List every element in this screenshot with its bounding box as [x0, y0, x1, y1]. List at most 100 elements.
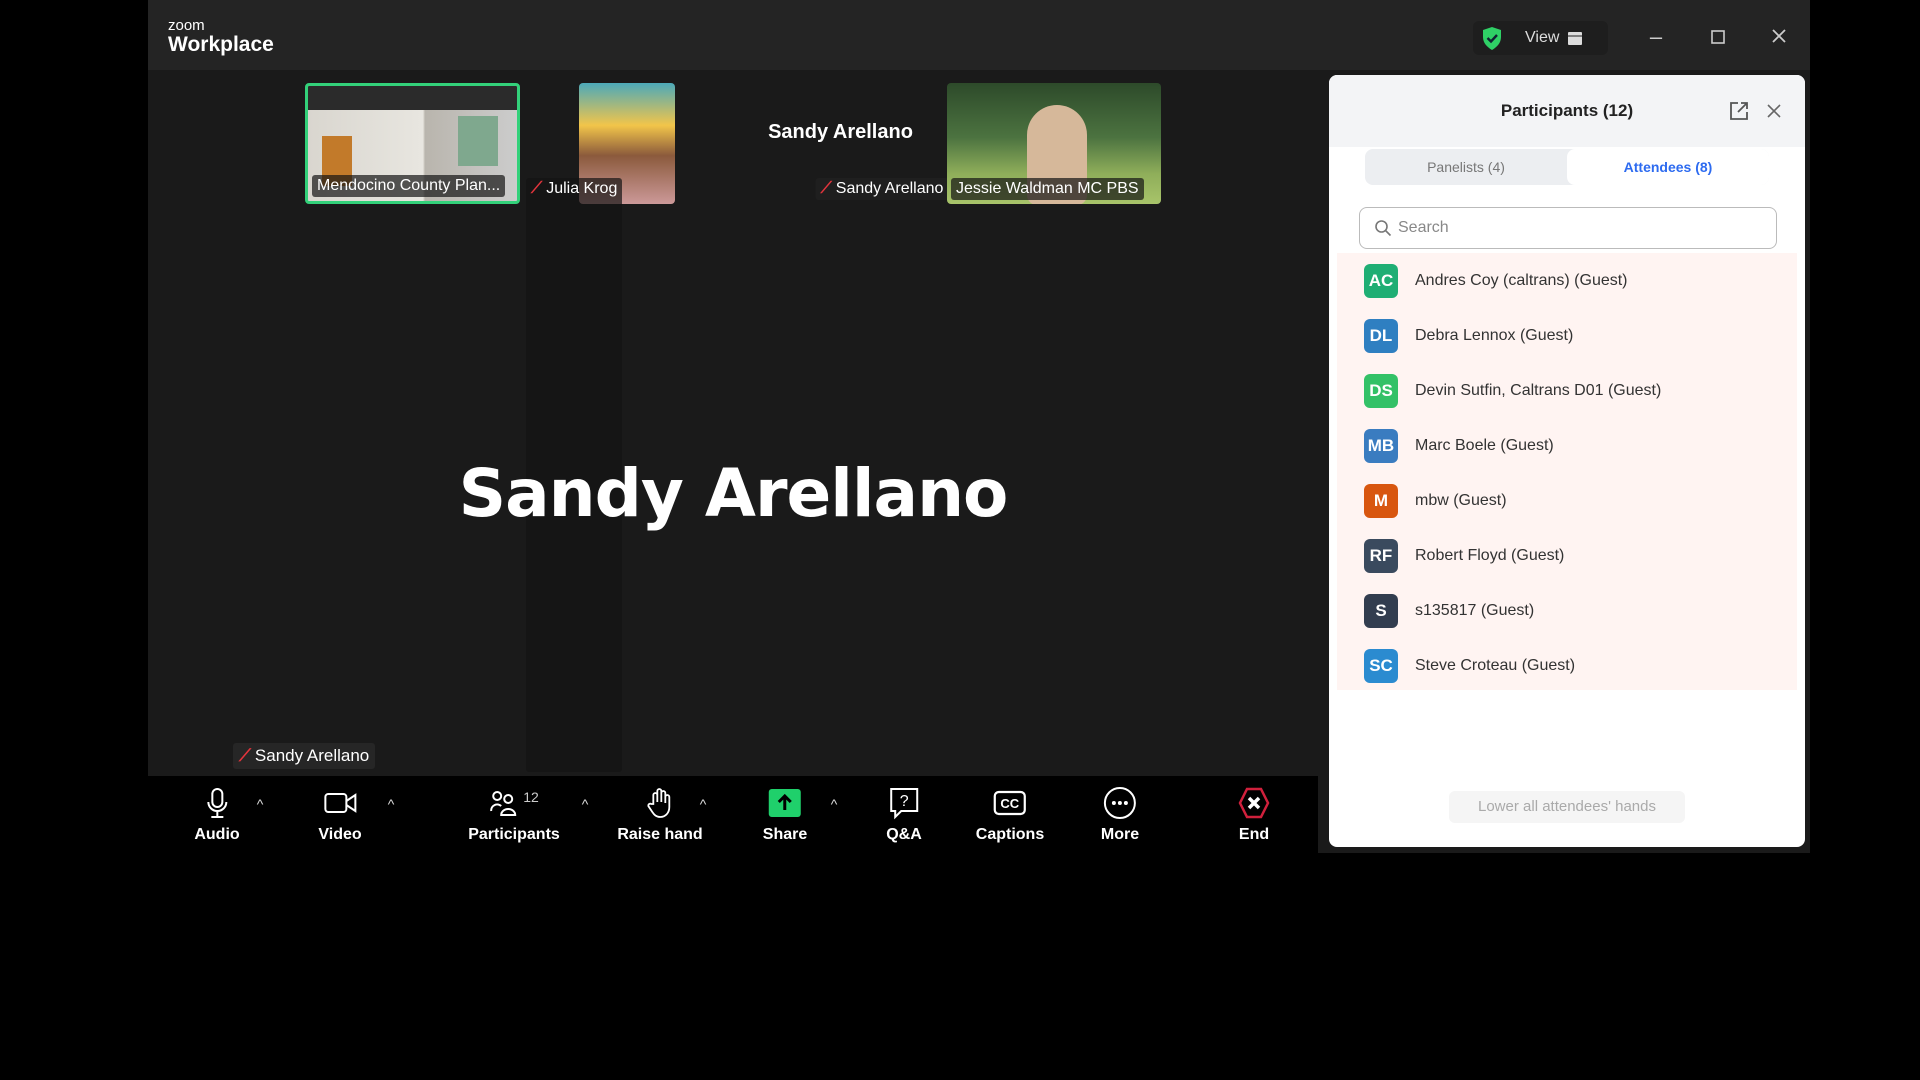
tab-attendees[interactable]: Attendees (8) — [1567, 149, 1769, 185]
tile-label: Sandy Arellano — [835, 180, 944, 197]
video-label: Video — [318, 826, 362, 843]
attendee-row[interactable]: MB Marc Boele (Guest) — [1337, 418, 1797, 473]
grid-view-icon — [1568, 31, 1583, 45]
avatar: RF — [1364, 538, 1398, 573]
raise-hand-label: Raise hand — [617, 826, 703, 843]
share-screen-icon — [769, 789, 801, 817]
logo-main: Workplace — [168, 33, 274, 56]
video-button[interactable]: Video — [318, 786, 362, 844]
raise-hand-options-caret[interactable]: ^ — [700, 796, 707, 812]
end-meeting-icon — [1238, 787, 1270, 819]
meeting-toolbar: Audio ^ Video ^ 12 Participants ^ Raise … — [148, 776, 1318, 853]
tile-label: Julia Krog — [546, 180, 618, 197]
attendee-row[interactable]: DS Devin Sutfin, Caltrans D01 (Guest) — [1337, 363, 1797, 418]
video-camera-icon — [324, 793, 356, 813]
participants-label: Participants — [468, 826, 560, 843]
video-stage: Mendocino County Plan... ⟋ Julia Krog San… — [148, 70, 1318, 776]
captions-label: Captions — [975, 826, 1045, 843]
captions-button[interactable]: CC Captions — [976, 786, 1044, 844]
attendee-row[interactable]: AC Andres Coy (caltrans) (Guest) — [1337, 253, 1797, 308]
attendee-row[interactable]: RF Robert Floyd (Guest) — [1337, 528, 1797, 583]
attendee-row[interactable]: Ss135817 (Guest) — [1337, 583, 1797, 638]
tile-label-sandy: ⟋ Sandy Arellano — [815, 178, 949, 200]
avatar: S — [1364, 593, 1398, 628]
audio-label: Audio — [194, 826, 240, 843]
tile-name: Sandy Arellano — [768, 121, 913, 143]
active-speaker-label: ⟋ Sandy Arellano — [233, 743, 376, 769]
close-icon — [1772, 29, 1786, 43]
attendee-row[interactable]: Mmbw (Guest) — [1337, 473, 1797, 528]
raise-hand-button[interactable]: Raise hand — [617, 786, 703, 844]
avatar: M — [1364, 483, 1398, 518]
share-options-caret[interactable]: ^ — [831, 796, 838, 812]
tile-label: Mendocino County Plan... — [312, 175, 506, 197]
participant-tabs: Panelists (4) Attendees (8) — [1365, 149, 1769, 185]
pop-out-icon[interactable] — [1729, 101, 1749, 121]
maximize-button[interactable] — [1703, 22, 1733, 52]
closed-captions-icon: CC — [993, 790, 1027, 816]
video-tile-mendocino[interactable]: Mendocino County Plan... — [305, 83, 520, 204]
video-options-caret[interactable]: ^ — [388, 796, 395, 812]
qa-icon: ? — [890, 788, 918, 820]
logo-small: zoom — [168, 17, 205, 34]
search-placeholder: Search — [1398, 219, 1449, 236]
minimize-button[interactable]: – — [1641, 22, 1671, 52]
audio-button[interactable]: Audio — [194, 786, 240, 844]
participants-button[interactable]: 12 Participants — [468, 786, 560, 844]
search-icon — [1375, 220, 1392, 237]
end-button[interactable]: End — [1238, 786, 1270, 844]
participants-panel: Participants (12) Panelists (4) Attendee… — [1329, 75, 1805, 847]
avatar: AC — [1364, 263, 1398, 298]
participants-count: 12 — [523, 789, 539, 805]
attendee-name: s135817 (Guest) — [1415, 601, 1535, 619]
panel-header: Participants (12) — [1329, 75, 1805, 147]
participants-icon — [490, 791, 517, 816]
attendee-row[interactable]: DL Debra Lennox (Guest) — [1337, 308, 1797, 363]
attendee-name: Marc Boele (Guest) — [1415, 436, 1554, 454]
attendee-name: Steve Croteau (Guest) — [1415, 656, 1576, 674]
avatar: SC — [1364, 648, 1398, 683]
close-window-button[interactable] — [1764, 22, 1794, 52]
close-panel-icon[interactable] — [1766, 103, 1782, 119]
view-button[interactable]: View — [1473, 21, 1608, 55]
active-speaker-name: Sandy Arellano — [458, 455, 1009, 532]
mic-muted-icon: ⟋ — [239, 746, 251, 765]
more-icon — [1103, 787, 1136, 819]
zoom-logo: zoom Workplace — [168, 18, 274, 55]
more-label: More — [1100, 826, 1140, 843]
mic-muted-icon: ⟋ — [531, 180, 543, 197]
maximize-icon — [1711, 30, 1725, 44]
participants-options-caret[interactable]: ^ — [582, 796, 589, 812]
avatar: DS — [1364, 373, 1398, 408]
audio-options-caret[interactable]: ^ — [257, 796, 264, 812]
lower-all-hands-button[interactable]: Lower all attendees' hands — [1449, 791, 1685, 823]
speaker-label-text: Sandy Arellano — [254, 746, 370, 765]
shield-check-icon — [1483, 27, 1501, 50]
video-tile-jessie[interactable]: Jessie Waldman MC PBS — [947, 83, 1161, 204]
avatar: MB — [1364, 428, 1398, 463]
share-button[interactable]: Share — [763, 786, 807, 844]
attendee-row[interactable]: SC Steve Croteau (Guest) — [1337, 638, 1797, 693]
view-label: View — [1525, 29, 1560, 46]
tab-panelists[interactable]: Panelists (4) — [1365, 149, 1567, 185]
svg-text:?: ? — [900, 793, 909, 810]
attendee-name: Debra Lennox (Guest) — [1415, 326, 1574, 344]
search-input[interactable]: Search — [1359, 207, 1777, 249]
attendee-name: Robert Floyd (Guest) — [1415, 546, 1565, 564]
attendee-name: Devin Sutfin, Caltrans D01 (Guest) — [1415, 381, 1662, 399]
qa-button[interactable]: ? Q&A — [886, 786, 922, 844]
mic-muted-icon: ⟋ — [820, 180, 832, 197]
attendee-name: mbw (Guest) — [1415, 491, 1507, 509]
title-bar: zoom Workplace View – — [148, 0, 1810, 70]
video-tile-sandy[interactable]: Sandy Arellano ⟋ Sandy Arellano — [728, 83, 953, 204]
attendee-name: Andres Coy (caltrans) (Guest) — [1415, 271, 1628, 289]
share-label: Share — [762, 826, 808, 843]
avatar: DL — [1364, 318, 1398, 353]
more-button[interactable]: More — [1101, 786, 1139, 844]
qa-label: Q&A — [886, 826, 922, 843]
microphone-icon — [206, 788, 227, 818]
end-label: End — [1238, 826, 1270, 843]
svg-text:CC: CC — [1001, 796, 1020, 811]
attendee-list: AC Andres Coy (caltrans) (Guest) DL Debra L… — [1337, 253, 1797, 690]
raise-hand-icon — [647, 788, 670, 818]
